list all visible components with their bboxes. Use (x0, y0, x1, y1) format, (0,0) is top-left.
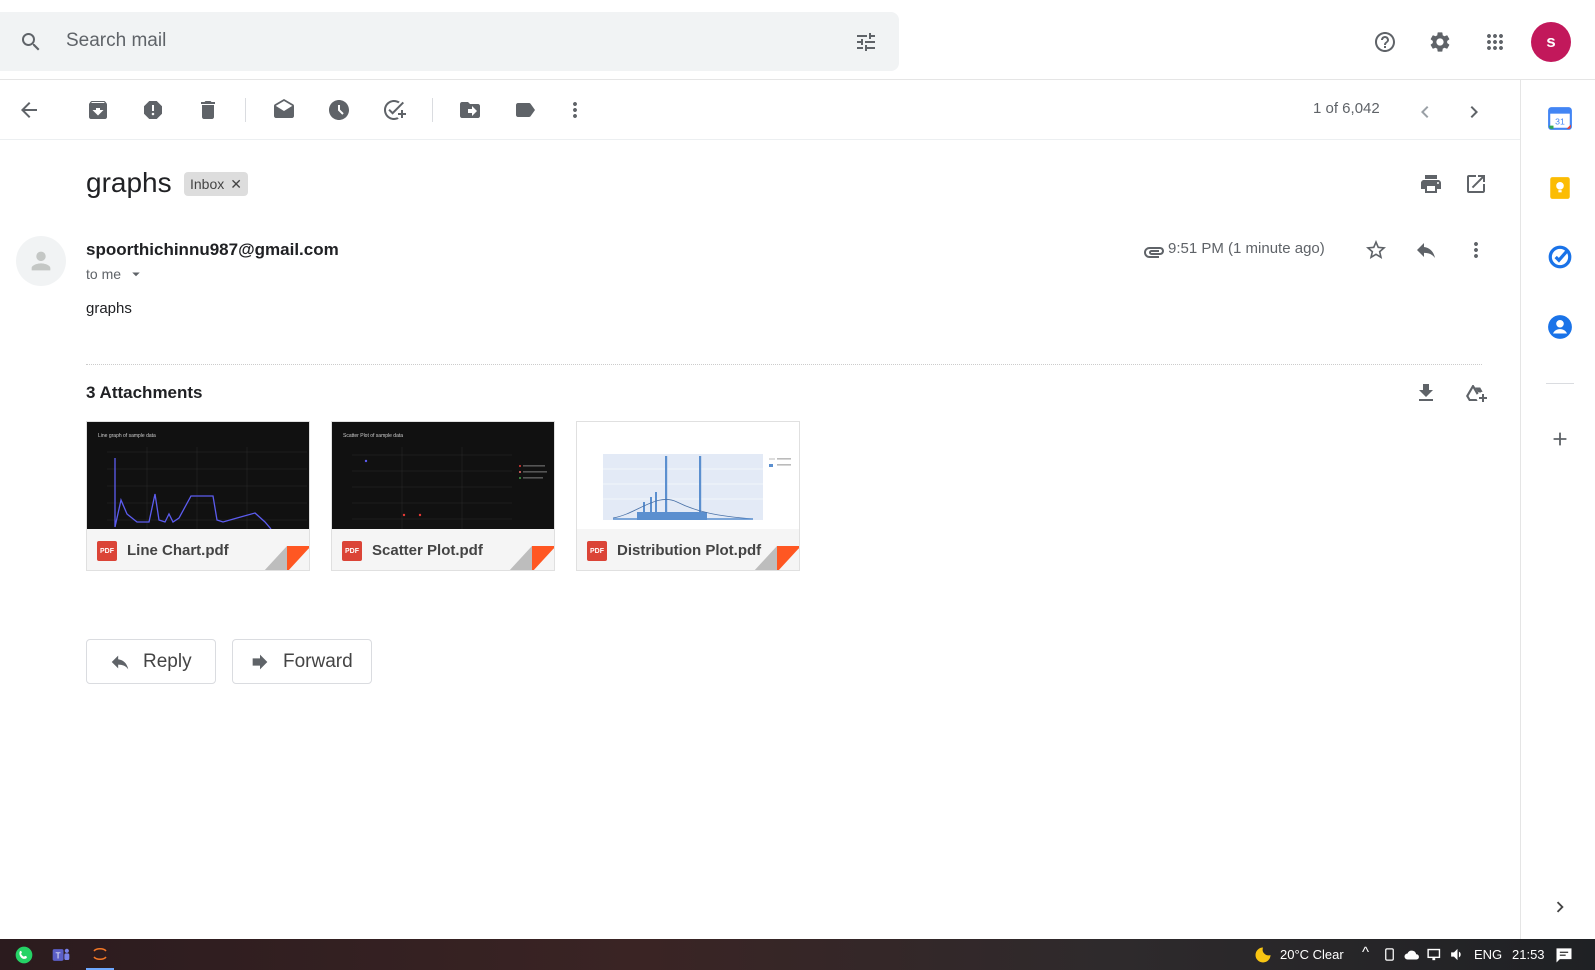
message-toolbar (0, 80, 1520, 140)
reply-button[interactable]: Reply (86, 639, 216, 684)
search-icon[interactable] (11, 22, 51, 62)
sender-avatar (16, 236, 66, 286)
system-clock[interactable]: 21:53 (1512, 947, 1545, 962)
toolbar-divider (245, 98, 246, 122)
teams-icon[interactable]: T (51, 945, 71, 970)
search-input[interactable] (66, 26, 806, 56)
pdf-file-icon: PDF (97, 541, 117, 561)
scatter-thumb-title: Scatter Plot of sample data (343, 433, 403, 439)
onedrive-cloud-icon[interactable] (1403, 946, 1421, 969)
forward-arrow-icon (252, 654, 268, 669)
attachment-clip-icon (1142, 240, 1166, 264)
volume-speaker-icon[interactable] (1449, 946, 1466, 968)
notifications-chat-icon[interactable] (1554, 945, 1574, 970)
label-name: Inbox (190, 176, 225, 192)
attachment-card[interactable]: Scatter Plot of sample data PDF Scatter … (331, 421, 555, 571)
sender-email[interactable]: spoorthichinnu987@gmail.com (86, 240, 339, 260)
help-icon[interactable] (1365, 22, 1405, 62)
keep-icon[interactable] (1546, 174, 1574, 202)
line-chart-thumb-title: Line graph of sample data (98, 433, 156, 439)
jupyter-icon[interactable] (86, 939, 114, 970)
snooze-clock-icon[interactable] (319, 90, 359, 130)
inbox-label-chip[interactable]: Inbox ✕ (184, 172, 248, 196)
add-task-icon[interactable] (374, 90, 414, 130)
label-tag-icon[interactable] (505, 90, 545, 130)
attachment-card[interactable]: Line graph of sample data PDF Line Chart… (86, 421, 310, 571)
page-fold-icon (509, 546, 554, 570)
side-panel-expand-chevron-icon[interactable] (1546, 893, 1574, 921)
forward-button[interactable]: Forward (232, 639, 372, 684)
page-fold-icon (754, 546, 799, 570)
tasks-icon[interactable] (1546, 243, 1574, 271)
attachments-divider (86, 364, 1482, 365)
pdf-file-icon: PDF (587, 541, 607, 561)
open-new-window-icon[interactable] (1456, 164, 1496, 204)
forward-button-label: Forward (283, 650, 353, 672)
attachment-filename: Line Chart.pdf (127, 542, 229, 559)
mark-unread-icon[interactable] (264, 90, 304, 130)
back-arrow-icon[interactable] (9, 90, 49, 130)
recipient-details-toggle[interactable]: to me (86, 265, 145, 283)
star-icon[interactable] (1356, 230, 1396, 270)
print-icon[interactable] (1411, 164, 1451, 204)
attachment-filename: Scatter Plot.pdf (372, 542, 483, 559)
svg-text:T: T (56, 950, 61, 960)
top-bar: s (0, 0, 1595, 80)
account-avatar[interactable]: s (1531, 22, 1571, 62)
message-timestamp: 9:51 PM (1 minute ago) (1168, 240, 1325, 257)
tray-chevron-up-icon[interactable]: ^ (1362, 944, 1369, 961)
download-all-icon[interactable] (1406, 373, 1446, 413)
archive-icon[interactable] (78, 90, 118, 130)
add-to-drive-icon[interactable] (1456, 373, 1496, 413)
message-count: 1 of 6,042 (1313, 100, 1380, 117)
reply-icon[interactable] (1406, 230, 1446, 270)
attachments-count-title: 3 Attachments (86, 383, 203, 402)
calendar-icon[interactable]: 31 (1546, 104, 1574, 132)
weather-moon-icon (1253, 945, 1273, 970)
person-icon (31, 251, 51, 271)
line-chart-thumbnail: Line graph of sample data (87, 422, 309, 529)
svg-text:31: 31 (1555, 117, 1565, 127)
attachment-filename: Distribution Plot.pdf (617, 542, 762, 559)
chevron-left-icon[interactable] (1405, 92, 1445, 132)
tray-device-icon[interactable] (1382, 947, 1397, 967)
scatter-plot-thumbnail: Scatter Plot of sample data (332, 422, 554, 529)
whatsapp-icon[interactable] (14, 945, 34, 970)
remove-label-close-icon[interactable]: ✕ (230, 176, 242, 193)
network-icon[interactable] (1426, 946, 1443, 968)
distribution-plot-thumbnail (577, 422, 799, 529)
email-subject: graphs (86, 167, 172, 198)
weather-text[interactable]: 20°C Clear (1280, 947, 1344, 962)
page-fold-icon (264, 546, 309, 570)
attachment-footer: PDF Line Chart.pdf (87, 529, 309, 570)
toolbar-divider (432, 98, 433, 122)
search-box[interactable] (0, 12, 899, 71)
reply-arrow-icon (111, 655, 129, 669)
more-vert-icon[interactable] (555, 90, 595, 130)
search-options-icon[interactable] (846, 22, 886, 62)
side-panel (1520, 80, 1595, 939)
apps-grid-icon[interactable] (1475, 22, 1515, 62)
reply-button-label: Reply (143, 650, 192, 672)
settings-gear-icon[interactable] (1420, 22, 1460, 62)
dropdown-caret-icon[interactable] (127, 265, 145, 283)
attachment-footer: PDF Scatter Plot.pdf (332, 529, 554, 570)
os-taskbar: T 20°C Clear ^ ENG 21:53 (0, 939, 1595, 970)
move-to-icon[interactable] (450, 90, 490, 130)
contacts-icon[interactable] (1546, 313, 1574, 341)
delete-trash-icon[interactable] (188, 90, 228, 130)
input-language[interactable]: ENG (1474, 947, 1502, 962)
recipient-label: to me (86, 266, 122, 282)
chevron-right-icon[interactable] (1454, 92, 1494, 132)
message-body: graphs (86, 300, 132, 317)
pdf-file-icon: PDF (342, 541, 362, 561)
report-spam-icon[interactable] (133, 90, 173, 130)
side-panel-divider (1546, 383, 1574, 384)
attachment-footer: PDF Distribution Plot.pdf (577, 529, 799, 570)
message-more-vert-icon[interactable] (1456, 230, 1496, 270)
attachment-card[interactable]: PDF Distribution Plot.pdf (576, 421, 800, 571)
add-addon-plus-icon[interactable] (1546, 425, 1574, 453)
